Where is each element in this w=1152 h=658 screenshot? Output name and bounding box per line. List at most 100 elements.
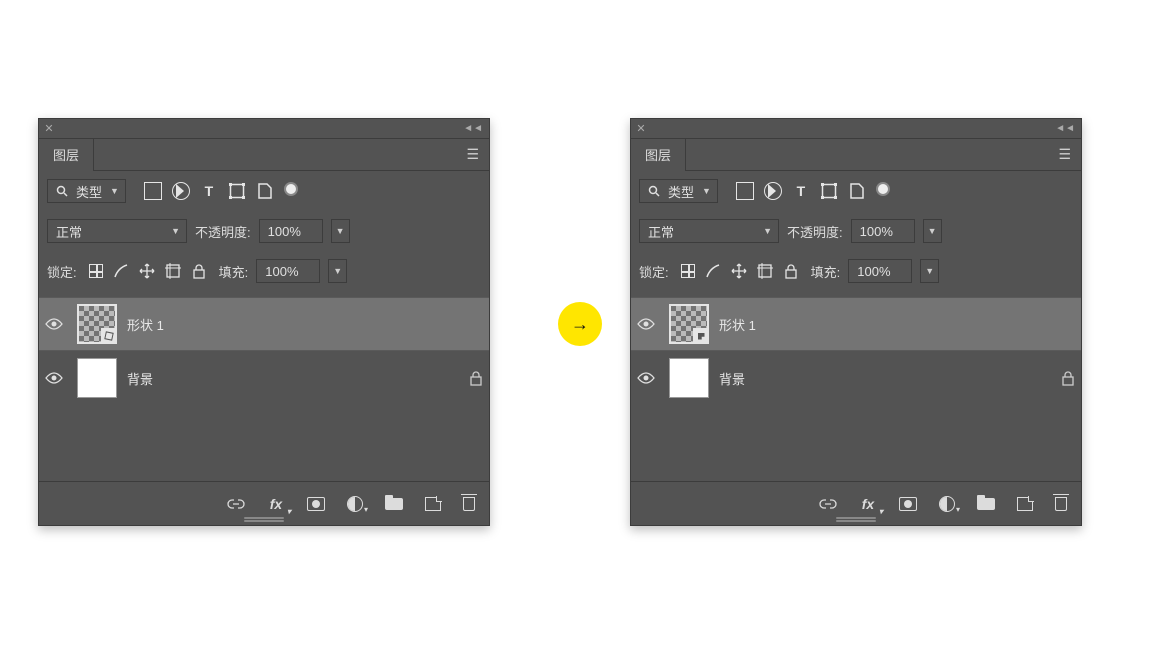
new-layer-icon[interactable] [1017,497,1033,511]
fill-dropdown[interactable]: 100% [256,259,320,283]
fill-value: 100% [857,264,890,279]
blend-row: 正常 ▼ 不透明度: 100% ▼ [39,211,489,251]
opacity-dropdown[interactable]: 100% [851,219,915,243]
fill-stepper[interactable]: ▼ [920,259,939,283]
collapse-icon[interactable]: ◄◄ [1049,123,1081,134]
layer-thumbnail [77,304,117,344]
chevron-down-icon: ▼ [336,226,345,236]
new-layer-icon[interactable] [425,497,441,511]
layer-thumbnail [77,358,117,398]
lock-move-icon[interactable] [139,263,155,279]
mask-icon[interactable] [307,497,325,511]
blend-mode-dropdown[interactable]: 正常 ▼ [639,219,779,243]
visibility-toggle[interactable] [45,318,67,330]
filter-shape-icon[interactable] [228,182,246,200]
fx-icon[interactable]: fx▾ [267,495,285,513]
filter-row: 类型 ▼ T [39,171,489,211]
lock-brush-icon[interactable] [113,263,129,279]
filter-pixel-icon[interactable] [736,182,754,200]
resize-handle[interactable] [631,520,1081,524]
lock-brush-icon[interactable] [705,263,721,279]
filter-icons: T [726,182,890,200]
filter-toggle-icon[interactable] [876,182,890,196]
group-icon[interactable] [977,498,995,510]
layer-name[interactable]: 背景 [719,369,745,388]
layer-thumbnail [669,358,709,398]
lock-all-icon[interactable] [191,263,207,279]
filter-smartobj-icon[interactable] [848,182,866,200]
opacity-stepper[interactable]: ▼ [331,219,350,243]
visibility-toggle[interactable] [637,372,659,384]
filter-icons: T [134,182,298,200]
trash-icon[interactable] [1055,497,1067,511]
opacity-label: 不透明度: [195,222,251,241]
opacity-dropdown[interactable]: 100% [259,219,323,243]
tab-row: 图层 ☰ [631,139,1081,171]
visibility-toggle[interactable] [45,372,67,384]
arrow-icon: → [571,314,589,335]
filter-type-dropdown[interactable]: 类型 ▼ [639,179,718,203]
lock-artboard-icon[interactable] [165,263,181,279]
lock-row: 锁定: [631,251,1081,291]
panel-menu-icon[interactable]: ☰ [1048,146,1081,163]
layer-row-shape[interactable]: 形状 1 [631,297,1081,351]
filter-smartobj-icon[interactable] [256,182,274,200]
chevron-down-icon: ▼ [171,226,180,236]
close-icon[interactable]: ✕ [631,122,651,135]
filter-text-icon[interactable]: T [792,182,810,200]
lock-label: 锁定: [639,262,669,281]
panel-menu-icon[interactable]: ☰ [456,146,489,163]
lock-label: 锁定: [47,262,77,281]
panel-header: ✕ ◄◄ [631,119,1081,139]
filter-type-label: 类型 [76,182,102,201]
opacity-value: 100% [268,224,301,239]
adjustment-icon[interactable]: ▾ [939,496,955,512]
lock-icons [677,263,803,279]
collapse-icon[interactable]: ◄◄ [457,123,489,134]
opacity-stepper[interactable]: ▼ [923,219,942,243]
fill-value: 100% [265,264,298,279]
link-icon[interactable] [227,495,245,513]
filter-type-label: 类型 [668,182,694,201]
mask-icon[interactable] [899,497,917,511]
lock-all-icon[interactable] [783,263,799,279]
lock-artboard-icon[interactable] [757,263,773,279]
lock-transparent-icon[interactable] [89,264,103,278]
filter-pixel-icon[interactable] [144,182,162,200]
tab-layers[interactable]: 图层 [39,139,94,171]
fill-label: 填充: [219,262,249,281]
fill-stepper[interactable]: ▼ [328,259,347,283]
layers-panel-right: ✕ ◄◄ 图层 ☰ 类型 ▼ T [630,118,1082,526]
group-icon[interactable] [385,498,403,510]
fill-label: 填充: [811,262,841,281]
blend-mode-dropdown[interactable]: 正常 ▼ [47,219,187,243]
layer-row-background[interactable]: 背景 [39,351,489,405]
filter-text-icon[interactable]: T [200,182,218,200]
trash-icon[interactable] [463,497,475,511]
visibility-toggle[interactable] [637,318,659,330]
layer-name[interactable]: 形状 1 [719,315,756,334]
chevron-down-icon: ▼ [928,226,937,236]
close-icon[interactable]: ✕ [39,122,59,135]
lock-icon [1061,370,1075,386]
filter-toggle-icon[interactable] [284,182,298,196]
fx-icon[interactable]: fx▾ [859,495,877,513]
tab-layers[interactable]: 图层 [631,139,686,171]
layer-name[interactable]: 背景 [127,369,153,388]
filter-adjust-icon[interactable] [172,182,190,200]
filter-type-dropdown[interactable]: 类型 ▼ [47,179,126,203]
fill-dropdown[interactable]: 100% [848,259,912,283]
opacity-value: 100% [860,224,893,239]
arrow-indicator: → [558,302,602,346]
lock-transparent-icon[interactable] [681,264,695,278]
filter-adjust-icon[interactable] [764,182,782,200]
filter-shape-icon[interactable] [820,182,838,200]
layer-row-background[interactable]: 背景 [631,351,1081,405]
panel-header: ✕ ◄◄ [39,119,489,139]
lock-move-icon[interactable] [731,263,747,279]
link-icon[interactable] [819,495,837,513]
adjustment-icon[interactable]: ▾ [347,496,363,512]
resize-handle[interactable] [39,520,489,524]
layer-name[interactable]: 形状 1 [127,315,164,334]
layer-row-shape[interactable]: 形状 1 [39,297,489,351]
